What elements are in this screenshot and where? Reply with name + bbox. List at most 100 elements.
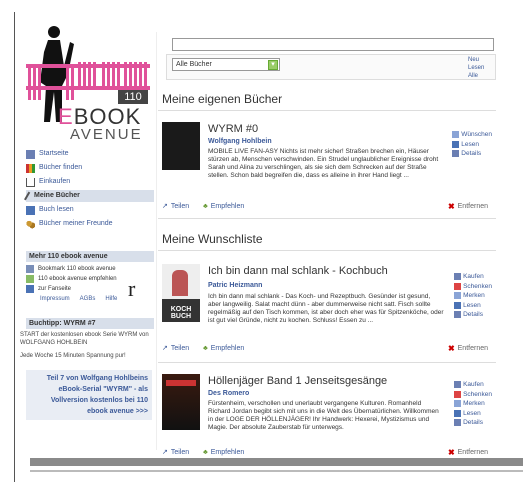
footer-links: Impressum AGBs Hilfe	[26, 294, 154, 304]
share-icon: ↗	[162, 345, 168, 352]
book-description: Fürstenheim, verschollen und unerlaubt v…	[208, 400, 439, 431]
book-cover[interactable]	[162, 122, 200, 170]
fanpage-icon	[26, 285, 34, 293]
remove-button[interactable]: ✖ Entfernen	[448, 448, 488, 457]
sidebar-item-freunde[interactable]: Bücher meiner Freunde	[26, 218, 154, 230]
gift-icon	[454, 282, 462, 290]
divider	[158, 218, 496, 219]
share-button[interactable]: ↗ Teilen	[162, 448, 189, 457]
bookmark-icon	[26, 265, 34, 273]
wyrm-promo-link[interactable]: Teil 7 von Wolfgang Hohlbeins eBook-Seri…	[26, 370, 152, 420]
agb-link[interactable]: AGBs	[80, 296, 96, 302]
filter-link-lesen[interactable]: Lesen	[468, 64, 484, 72]
book-author[interactable]: Patric Heizmann	[208, 282, 262, 289]
read-link[interactable]: Lesen	[452, 140, 492, 150]
footer-line	[30, 470, 523, 472]
divider	[158, 250, 496, 251]
footer-bar	[30, 458, 523, 466]
sidebar-item-startseite[interactable]: Startseite	[26, 148, 154, 160]
books-icon	[26, 163, 35, 173]
hilfe-link[interactable]: Hilfe	[105, 296, 117, 302]
column-divider	[156, 32, 157, 450]
info-icon	[454, 311, 462, 319]
recommend-button[interactable]: ♣ Empfehlen	[203, 203, 244, 210]
mehr-item-fanseite[interactable]: zur Fanseite	[26, 284, 154, 294]
page-left-border	[14, 12, 15, 482]
remove-button[interactable]: ✖ Entfernen	[448, 344, 488, 353]
recommend-button[interactable]: ♣ Empfehlen	[203, 345, 244, 352]
buy-link[interactable]: Kaufen	[454, 272, 492, 282]
book-icon	[454, 301, 462, 309]
book-icon	[452, 140, 460, 148]
wish-link[interactable]: Wünschen	[452, 130, 492, 140]
wish-book-item: Höllenjäger Band 1 Jenseitsgesänge Des R…	[162, 374, 496, 458]
wyrm-text-2: Jede Woche 15 Minuten Spannung pur!	[20, 353, 126, 359]
logo-number: 110	[118, 90, 148, 104]
info-icon	[454, 419, 462, 427]
cart-icon	[454, 273, 462, 281]
cover-banner	[166, 380, 196, 386]
bookmark-icon	[454, 292, 462, 300]
sidebar-item-buch-lesen[interactable]: Buch lesen	[26, 204, 154, 216]
filter-link-neu[interactable]: Neu	[468, 56, 484, 64]
sidebar-item-einkaufen[interactable]: Einkaufen	[26, 176, 154, 188]
pencil-icon	[24, 191, 32, 201]
details-link[interactable]: Details	[452, 149, 492, 159]
gift-link[interactable]: Schenken	[454, 390, 492, 400]
read-link[interactable]: Lesen	[454, 409, 492, 419]
book-title[interactable]: WYRM #0	[208, 123, 258, 135]
book-title[interactable]: Höllenjäger Band 1 Jenseitsgesänge	[208, 375, 387, 387]
read-link[interactable]: Lesen	[454, 301, 492, 311]
cart-icon	[454, 381, 462, 389]
info-icon	[452, 150, 460, 158]
details-link[interactable]: Details	[454, 310, 492, 320]
heart-icon	[452, 131, 460, 139]
cover-text: KOCH BUCH	[170, 306, 192, 320]
share-icon: ↗	[162, 449, 168, 456]
mehr-heading: Mehr 110 ebook avenue	[26, 251, 154, 262]
cart-icon	[26, 177, 35, 187]
friends-icon	[26, 219, 35, 229]
wyrm-text-1: START der kostenlosen ebook Serie WYRM v…	[20, 332, 149, 346]
sidebar-item-buecher-finden[interactable]: Bücher finden	[26, 162, 154, 174]
close-icon: ✖	[447, 344, 455, 353]
book-icon	[454, 409, 462, 417]
close-icon: ✖	[447, 448, 455, 457]
book-cover[interactable]	[162, 374, 200, 430]
cover-person	[172, 270, 188, 296]
bookmark-icon	[454, 400, 462, 408]
book-filter-select[interactable]: Alle Bücher ▾	[172, 58, 280, 71]
book-icon	[26, 205, 35, 215]
sidebar-nav: Startseite Bücher finden Einkaufen Meine…	[24, 148, 154, 232]
book-side-actions: Wünschen Lesen Details	[452, 130, 492, 159]
gift-link[interactable]: Schenken	[454, 282, 492, 292]
divider	[158, 110, 496, 111]
remember-link[interactable]: Merken	[454, 399, 492, 409]
book-side-actions: Kaufen Schenken Merken Lesen Details	[454, 272, 492, 320]
mehr-item-empfehlen[interactable]: 110 ebook avenue empfehlen	[26, 274, 154, 284]
recommend-button[interactable]: ♣ Empfehlen	[203, 449, 244, 456]
book-author[interactable]: Wolfgang Hohlbein	[208, 138, 272, 145]
book-title[interactable]: Ich bin dann mal schlank - Kochbuch	[208, 265, 388, 277]
recommend-icon: ♣	[203, 202, 208, 210]
divider	[158, 362, 496, 363]
buy-link[interactable]: Kaufen	[454, 380, 492, 390]
share-button[interactable]: ↗ Teilen	[162, 202, 189, 211]
wyrm-heading: Buchtipp: WYRM #7	[26, 318, 154, 329]
share-icon: ↗	[162, 203, 168, 210]
book-cover[interactable]: KOCH BUCH	[162, 264, 200, 322]
book-description: MOBILE LIVE FAN-ASY Nichts ist mehr sich…	[208, 148, 439, 179]
wishlist-title: Meine Wunschliste	[162, 232, 263, 246]
share-button[interactable]: ↗ Teilen	[162, 344, 189, 353]
filter-link-alle[interactable]: Alle	[468, 72, 484, 80]
search-input[interactable]	[172, 38, 494, 51]
recommend-icon: ♣	[203, 344, 208, 352]
sidebar-item-meine-buecher[interactable]: Meine Bücher	[24, 190, 154, 202]
remove-button[interactable]: ✖ Entfernen	[448, 202, 488, 211]
book-author[interactable]: Des Romero	[208, 390, 249, 397]
impressum-link[interactable]: Impressum	[40, 296, 70, 302]
mehr-item-bookmark[interactable]: Bookmark 110 ebook avenue	[26, 264, 154, 274]
remember-link[interactable]: Merken	[454, 291, 492, 301]
details-link[interactable]: Details	[454, 418, 492, 428]
recommend-icon: ♣	[203, 448, 208, 456]
